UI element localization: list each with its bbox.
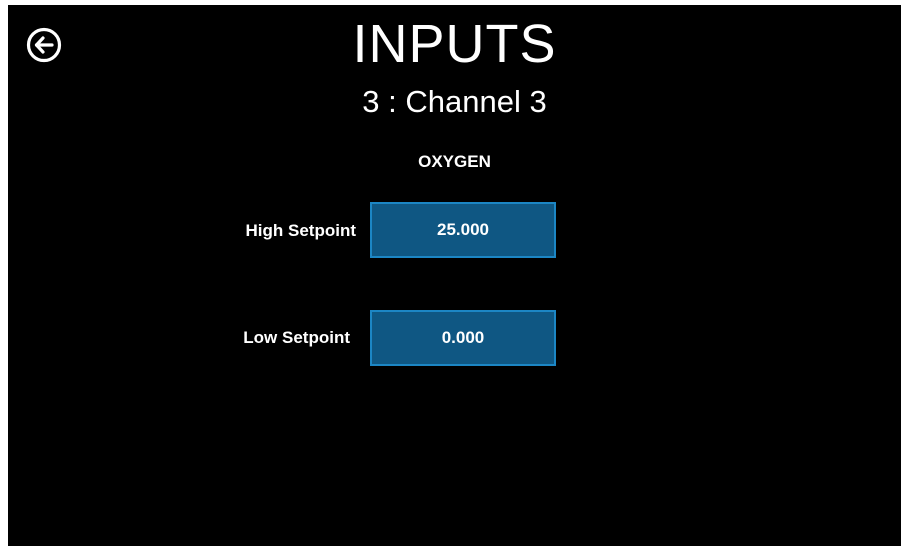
low-setpoint-field[interactable]: 0.000 xyxy=(370,310,556,366)
low-setpoint-label: Low Setpoint xyxy=(243,328,350,347)
screen: INPUTS 3 : Channel 3 OXYGEN High Setpoin… xyxy=(8,5,901,546)
channel-subtitle: 3 : Channel 3 xyxy=(362,84,547,119)
page-title: INPUTS xyxy=(352,14,557,74)
high-setpoint-label: High Setpoint xyxy=(245,221,356,240)
high-setpoint-field[interactable]: 25.000 xyxy=(370,202,556,258)
low-setpoint-value: 0.000 xyxy=(441,328,485,347)
high-setpoint-value: 25.000 xyxy=(437,220,489,239)
gas-type-label: OXYGEN xyxy=(418,152,491,171)
